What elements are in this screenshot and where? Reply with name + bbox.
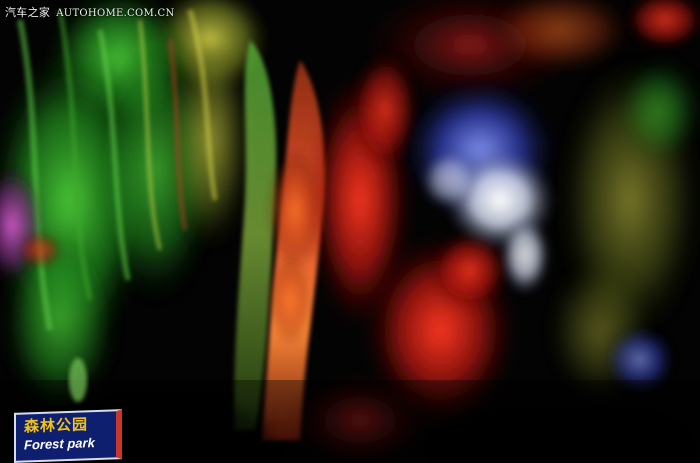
forest-park-sign: 森林公园 Forest park xyxy=(14,409,122,463)
sign-english-text: Forest park xyxy=(24,435,95,453)
cave-photo: 汽车之家 AUTOHOME.COM.CN 森林公园 Forest park xyxy=(0,0,700,463)
watermark-site: AUTOHOME.COM.CN xyxy=(56,8,175,19)
photo-watermark: 汽车之家 AUTOHOME.COM.CN xyxy=(5,4,175,20)
watermark-brand: 汽车之家 xyxy=(5,6,51,19)
cave-formations-illustration xyxy=(0,0,700,463)
